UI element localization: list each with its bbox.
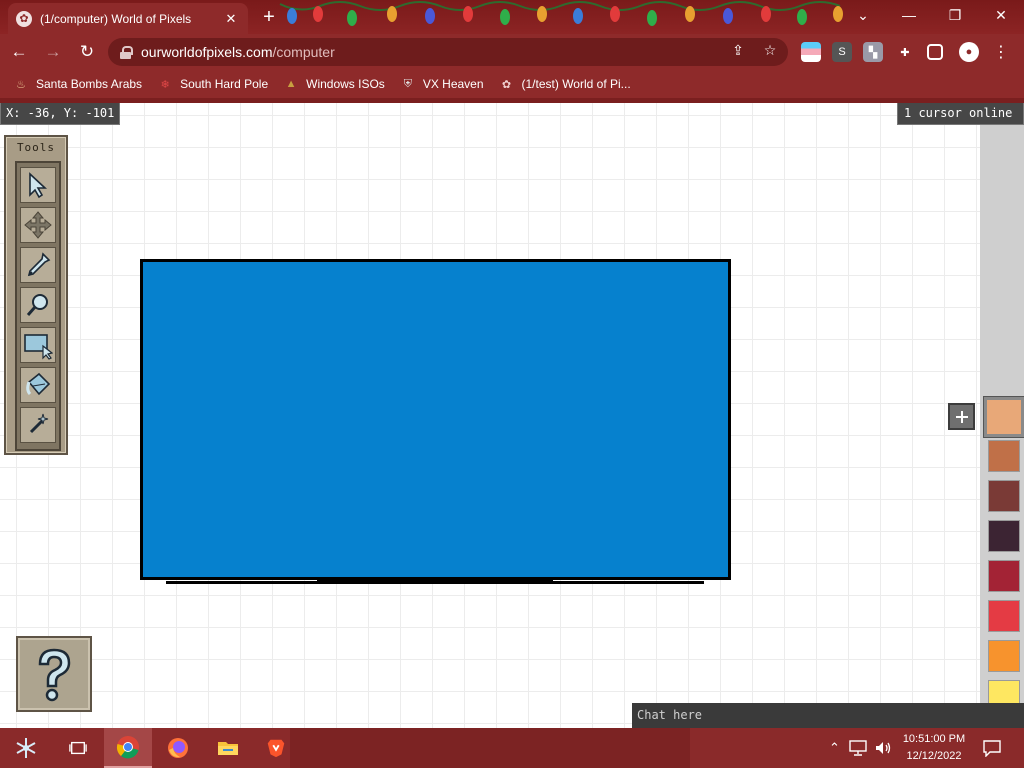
new-tab-button[interactable]: +: [258, 6, 280, 28]
help-button[interactable]: [16, 636, 92, 712]
extensions-puzzle-icon[interactable]: ✚: [895, 42, 915, 62]
clock-time: 10:51:00 PM: [902, 733, 966, 745]
chrome-icon: [116, 736, 139, 759]
tool-pipette[interactable]: [20, 247, 56, 283]
cursors-online-counter: 1 cursor online: [897, 103, 1024, 125]
snowflake-icon: ❄: [160, 78, 170, 91]
notifications-button[interactable]: [982, 728, 1002, 768]
tool-line[interactable]: [20, 407, 56, 443]
show-hidden-icons-chevron-up-icon[interactable]: ⌃: [829, 728, 840, 768]
speaker-icon: [876, 742, 891, 754]
taskbar-brave[interactable]: [252, 728, 300, 768]
bookmarks-bar: ♨ Santa Bombs Arabs ❄ South Hard Pole ▲ …: [0, 70, 1024, 98]
bookmark-label: South Hard Pole: [180, 77, 269, 91]
tools-title: Tools: [16, 141, 56, 154]
eyedropper-icon: [27, 252, 51, 277]
tools-panel[interactable]: Tools: [4, 135, 68, 455]
drawn-base-bar: [317, 578, 553, 584]
taskbar-chrome[interactable]: [104, 728, 152, 768]
network-monitor-icon: [849, 740, 867, 756]
address-bar[interactable]: ourworldofpixels.com/computer ⇪ ☆: [108, 38, 788, 66]
chat-input[interactable]: Chat here: [632, 703, 1024, 728]
tab-title: (1/computer) World of Pixels: [40, 11, 192, 26]
palette-swatch[interactable]: [988, 440, 1020, 472]
extension-flag-icon[interactable]: [801, 42, 821, 62]
shield-icon: ⛨: [403, 77, 412, 90]
bookmark-label: Windows ISOs: [306, 77, 385, 91]
bookmark-south-hard-pole[interactable]: ❄ South Hard Pole: [158, 77, 268, 91]
magnifier-icon: [26, 294, 48, 316]
lock-icon: [120, 45, 133, 59]
tool-zoom[interactable]: [20, 287, 56, 323]
firefox-icon: [168, 738, 188, 758]
tool-fill[interactable]: [20, 367, 56, 403]
tab-close-icon[interactable]: ✕: [222, 11, 240, 27]
restore-button[interactable]: ❐: [932, 0, 978, 30]
minimize-button[interactable]: —: [886, 0, 932, 30]
tab-search-chevron-down-icon[interactable]: ⌄: [840, 0, 886, 30]
back-arrow-icon[interactable]: ←: [4, 37, 34, 67]
palette-swatch[interactable]: [983, 396, 1024, 438]
taskbar-file-explorer[interactable]: [204, 728, 252, 768]
extension-puzzle-tile-icon[interactable]: ▚: [863, 42, 883, 62]
network-icon[interactable]: [849, 728, 867, 768]
clock-date: 12/12/2022: [906, 750, 962, 762]
plus-icon: [955, 410, 968, 423]
brave-lion-icon: [267, 739, 285, 758]
reload-icon[interactable]: ↻: [72, 37, 102, 67]
bookmark-label: VX Heaven: [422, 77, 484, 91]
profile-avatar-icon[interactable]: ●: [959, 42, 979, 62]
bookmark-owop-test[interactable]: ✿ (1/test) World of Pi...: [500, 77, 631, 91]
palette-swatch[interactable]: [988, 480, 1020, 512]
tool-cursor[interactable]: [20, 167, 56, 203]
add-color-button[interactable]: [948, 403, 975, 430]
bookmark-label: (1/test) World of Pi...: [521, 77, 631, 91]
folder-icon: [218, 742, 238, 755]
cursor-coordinates: X: -36, Y: -101: [0, 103, 121, 125]
url-path: /computer: [272, 44, 335, 60]
wallpaper-strip: [290, 728, 690, 768]
start-button[interactable]: [2, 728, 50, 768]
url-host: ourworldofpixels.com: [141, 44, 273, 60]
snowflake-start-icon: [16, 738, 36, 758]
export-area-icon: [24, 334, 53, 360]
task-view-button[interactable]: [54, 728, 102, 768]
palette-swatch[interactable]: [988, 640, 1020, 672]
system-clock[interactable]: 10:51:00 PM 12/12/2022: [896, 731, 972, 765]
bookmark-label: Santa Bombs Arabs: [36, 77, 143, 91]
extension-s-icon[interactable]: S: [832, 42, 852, 62]
cursor-arrow-icon: [29, 172, 48, 199]
close-window-button[interactable]: ✕: [978, 0, 1024, 30]
tool-export[interactable]: [20, 327, 56, 363]
volume-icon[interactable]: [874, 728, 892, 768]
palette-swatch[interactable]: [988, 520, 1020, 552]
bookmark-santa[interactable]: ♨ Santa Bombs Arabs: [14, 77, 142, 91]
paint-bucket-icon: [26, 372, 51, 396]
taskbar-firefox[interactable]: [154, 728, 202, 768]
wand-icon: [29, 413, 49, 434]
active-tab[interactable]: ✿ (1/computer) World of Pixels ✕: [8, 3, 248, 34]
bookmark-windows-isos[interactable]: ▲ Windows ISOs: [284, 77, 385, 91]
palette-swatch[interactable]: [988, 600, 1020, 632]
flame-icon: ♨: [16, 78, 26, 91]
palette-icon: ✿: [501, 78, 512, 91]
bookmark-star-icon[interactable]: ☆: [760, 42, 780, 62]
menu-kebab-icon[interactable]: ⋮: [991, 42, 1011, 62]
tool-move[interactable]: [20, 207, 56, 243]
drawn-blue-rectangle: [140, 259, 731, 580]
share-icon[interactable]: ⇪: [728, 42, 748, 62]
question-mark-icon: [38, 648, 71, 702]
tab-strip: ✿ (1/computer) World of Pixels ✕ + ⌄ — ❐…: [0, 0, 1024, 34]
forward-arrow-icon[interactable]: →: [38, 37, 68, 67]
side-panel-icon[interactable]: [927, 44, 943, 60]
tool-list: [15, 161, 61, 451]
task-view-icon: [69, 741, 87, 755]
palette-swatch[interactable]: [988, 560, 1020, 592]
notification-speech-icon: [983, 740, 1001, 757]
owop-favicon-icon: ✿: [16, 10, 32, 27]
tree-icon: ▲: [285, 78, 297, 90]
windows-taskbar: ⌃ 10:51:00 PM 12/12/2022: [0, 728, 1024, 768]
bookmark-vx-heaven[interactable]: ⛨ VX Heaven: [401, 77, 484, 91]
move-arrows-icon: [24, 211, 52, 239]
